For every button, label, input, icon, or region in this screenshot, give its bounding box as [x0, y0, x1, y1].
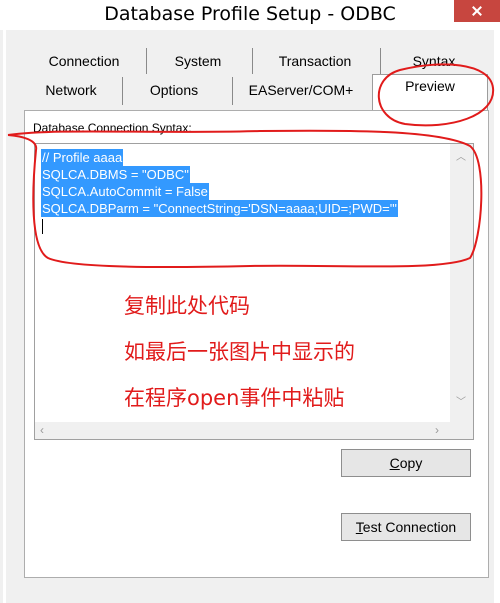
- code-circle-mark: [7, 129, 483, 269]
- preview-circle-mark: [377, 63, 495, 127]
- hand-drawn-annotation: [7, 63, 495, 269]
